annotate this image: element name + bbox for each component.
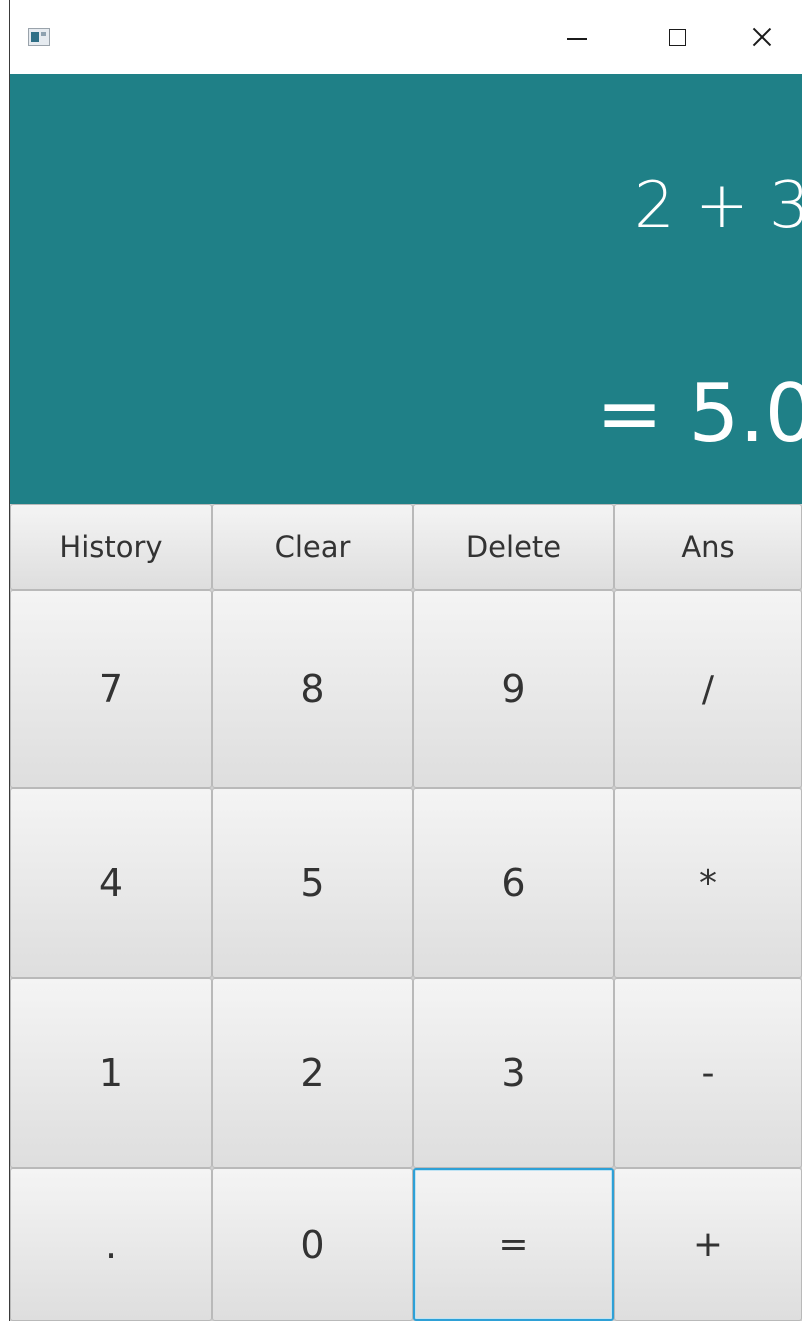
history-button[interactable]: History <box>10 504 212 590</box>
digit-5-button[interactable]: 5 <box>212 788 413 978</box>
add-button[interactable]: + <box>614 1168 802 1321</box>
ans-button[interactable]: Ans <box>614 504 802 590</box>
close-icon <box>752 27 772 47</box>
calculator-display: 2 + 3 = 5.0 <box>10 74 802 504</box>
digit-1-button[interactable]: 1 <box>10 978 212 1168</box>
result-text: = 5.0 <box>596 367 802 460</box>
digit-0-button[interactable]: 0 <box>212 1168 413 1321</box>
title-bar[interactable] <box>10 0 802 74</box>
digit-7-button[interactable]: 7 <box>10 590 212 788</box>
keypad: History Clear Delete Ans 7 8 9 / 4 5 6 *… <box>10 504 802 1321</box>
clear-button[interactable]: Clear <box>212 504 413 590</box>
minimize-icon <box>567 38 587 40</box>
digit-6-button[interactable]: 6 <box>413 788 614 978</box>
maximize-button[interactable] <box>630 0 724 74</box>
multiply-button[interactable]: * <box>614 788 802 978</box>
digit-8-button[interactable]: 8 <box>212 590 413 788</box>
digit-9-button[interactable]: 9 <box>413 590 614 788</box>
close-button[interactable] <box>722 0 802 74</box>
subtract-button[interactable]: - <box>614 978 802 1168</box>
window-edge <box>0 0 10 1321</box>
expression-text: 2 + 3 <box>634 169 802 243</box>
digit-3-button[interactable]: 3 <box>413 978 614 1168</box>
minimize-button[interactable] <box>530 0 624 74</box>
digit-4-button[interactable]: 4 <box>10 788 212 978</box>
equals-button[interactable]: = <box>413 1168 614 1321</box>
maximize-icon <box>668 28 686 46</box>
decimal-button[interactable]: . <box>10 1168 212 1321</box>
delete-button[interactable]: Delete <box>413 504 614 590</box>
digit-2-button[interactable]: 2 <box>212 978 413 1168</box>
divide-button[interactable]: / <box>614 590 802 788</box>
calculator-window: 2 + 3 = 5.0 History Clear Delete Ans 7 8… <box>0 0 802 1321</box>
app-window-icon <box>28 28 50 46</box>
